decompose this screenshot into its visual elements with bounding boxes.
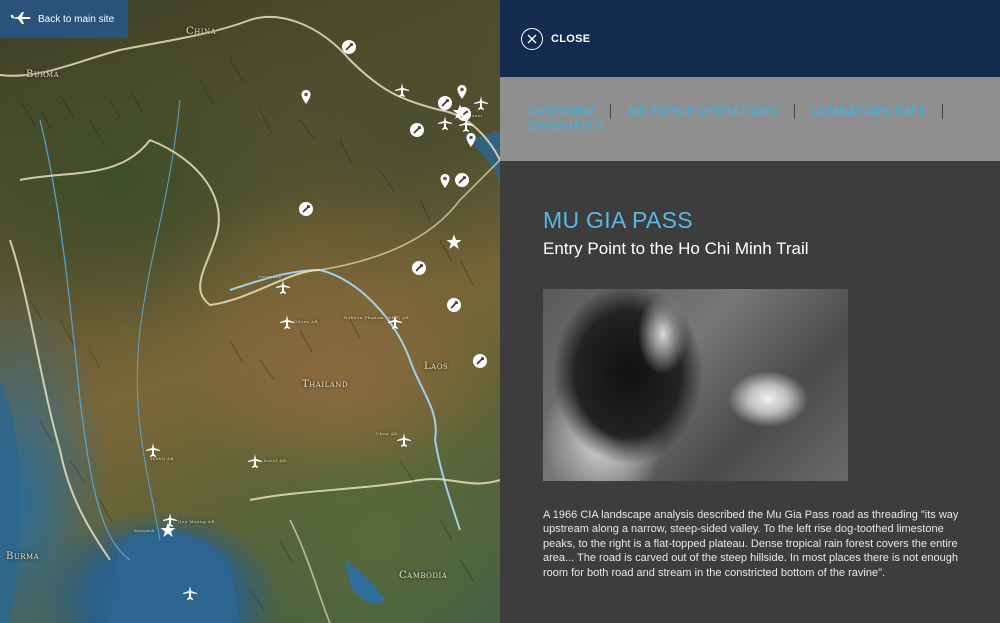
map-marker-pin-icon[interactable]	[454, 84, 470, 100]
page-subtitle: Entry Point to the Ho Chi Minh Trail	[543, 239, 809, 258]
map-label-thailand: Thailand	[302, 379, 349, 390]
body-text: A 1966 CIA landscape analysis described …	[543, 509, 959, 579]
map-marker-missile-icon[interactable]	[437, 95, 453, 111]
map-label-burma-south: Burma	[6, 551, 40, 562]
map-marker-plane-icon[interactable]	[279, 314, 295, 330]
nav-graduates[interactable]: GRADUATES	[528, 119, 620, 134]
map-label-laos: Laos	[424, 361, 449, 372]
panel-content: MU GIA PASS Entry Point to the Ho Chi Mi…	[500, 161, 1000, 580]
map-marker-plane-icon[interactable]	[182, 585, 198, 601]
map-marker-pin-icon[interactable]	[437, 173, 453, 189]
map-marker-plane-icon[interactable]	[473, 95, 489, 111]
page-title: MU GIA PASS	[543, 207, 693, 233]
map-marker-missile-icon[interactable]	[472, 353, 488, 369]
map-marker-plane-icon[interactable]	[396, 432, 412, 448]
map-marker-star-icon[interactable]	[452, 104, 468, 120]
map-label-don-muang: Don Muang AB	[178, 519, 215, 524]
section-nav: OVERVIEW AIR FORCE OPERATIONS COMBAT AIR…	[500, 77, 1000, 161]
map-marker-pin-icon[interactable]	[463, 132, 479, 148]
nav-air-force-operations[interactable]: AIR FORCE OPERATIONS	[627, 104, 795, 119]
interactive-map[interactable]: China Burma Thailand Laos Cambodia Burma…	[0, 0, 500, 623]
map-label-cambodia: Cambodia	[399, 570, 448, 581]
map-terrain	[0, 15, 500, 623]
map-marker-missile-icon[interactable]	[298, 201, 314, 217]
detail-panel: CLOSE OVERVIEW AIR FORCE OPERATIONS COMB…	[500, 0, 1000, 623]
map-marker-plane-icon[interactable]	[394, 82, 410, 98]
map-label-udorn: Udorn AB	[294, 319, 318, 324]
map-marker-plane-icon[interactable]	[387, 314, 403, 330]
mu-gia-pass-photo	[543, 289, 848, 481]
close-label: CLOSE	[551, 32, 591, 45]
back-to-main-site-link[interactable]: Back to main site	[0, 0, 128, 38]
map-label-burma-north: Burma	[26, 69, 60, 80]
map-marker-plane-icon[interactable]	[437, 115, 453, 131]
close-button[interactable]: CLOSE	[521, 27, 591, 50]
map-label-china: China	[186, 26, 217, 37]
close-icon	[521, 27, 543, 50]
map-marker-missile-icon[interactable]	[411, 260, 427, 276]
map-label-bangkok: Bangkok	[134, 528, 156, 533]
map-marker-plane-icon[interactable]	[145, 442, 161, 458]
jet-icon	[10, 11, 32, 28]
map-marker-plane-icon[interactable]	[162, 512, 178, 528]
map-label-ubon: Ubon AB	[376, 431, 398, 436]
map-marker-missile-icon[interactable]	[446, 297, 462, 313]
map-marker-missile-icon[interactable]	[409, 122, 425, 138]
back-link-label: Back to main site	[38, 13, 115, 25]
map-marker-missile-icon[interactable]	[454, 172, 470, 188]
map-marker-missile-icon[interactable]	[341, 39, 357, 55]
map-label-korat: Korat AB	[264, 458, 287, 463]
map-marker-pin-icon[interactable]	[298, 89, 314, 105]
app-root: China Burma Thailand Laos Cambodia Burma…	[0, 0, 1000, 623]
nav-combat-aircraft[interactable]: COMBAT AIRCRAFT	[811, 104, 944, 119]
nav-overview[interactable]: OVERVIEW	[528, 104, 612, 119]
panel-header: CLOSE	[500, 0, 1000, 77]
map-marker-plane-icon[interactable]	[275, 279, 291, 295]
map-marker-plane-icon[interactable]	[247, 453, 263, 469]
map-marker-star-icon[interactable]	[446, 234, 462, 250]
